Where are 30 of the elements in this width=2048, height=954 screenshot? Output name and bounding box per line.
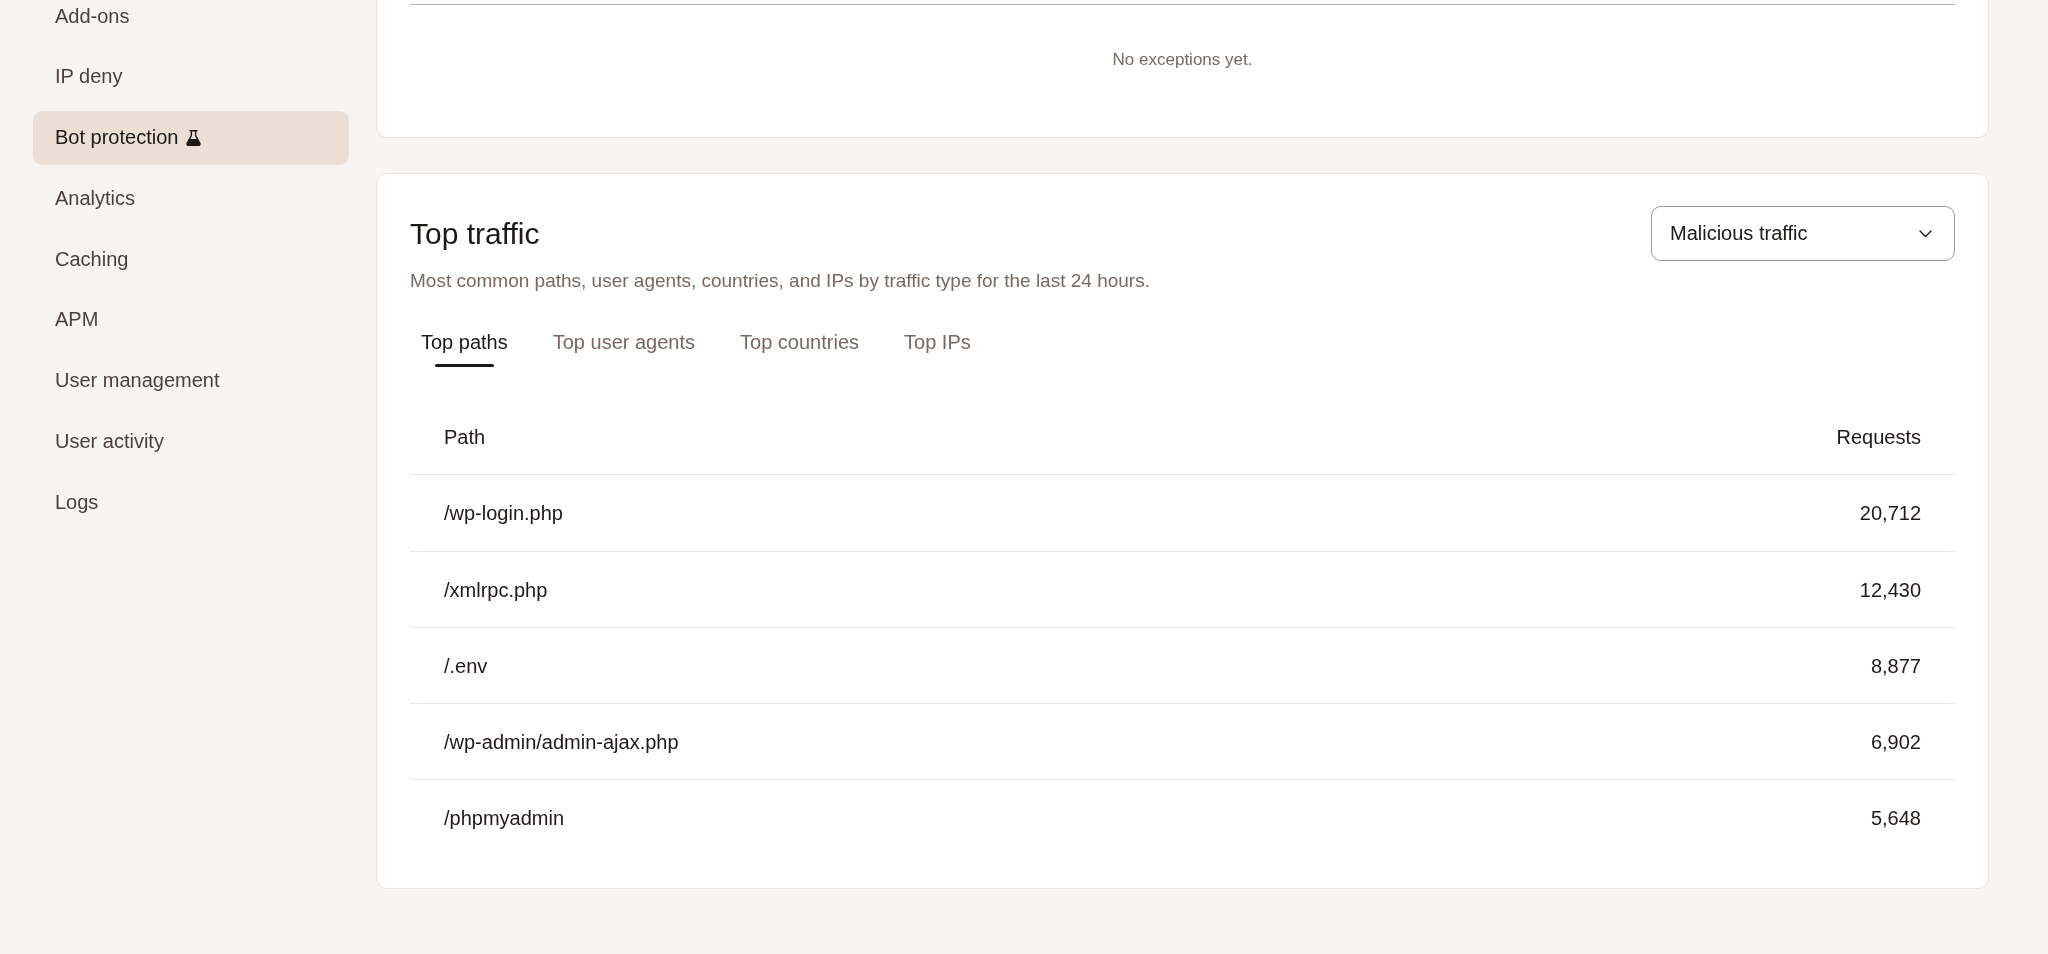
sidebar-item[interactable]: IP deny [33, 49, 349, 104]
chevron-down-icon [1919, 229, 1932, 238]
sidebar-item[interactable]: Bot protection [33, 110, 349, 165]
column-header: Requests [1836, 424, 1921, 449]
tab[interactable]: Top IPs [893, 322, 982, 368]
section-title: Top traffic [410, 216, 540, 252]
tab[interactable]: Top countries [729, 322, 871, 368]
table-cell: 8,877 [1870, 653, 1921, 678]
sidebar-item[interactable]: Add-ons [33, 0, 349, 43]
sidebar-item[interactable]: User activity [33, 414, 349, 469]
table-cell: 6,902 [1870, 729, 1921, 754]
table-cell: /wp-admin/admin-ajax.php [444, 729, 679, 754]
empty-state-text: No exceptions yet. [1112, 50, 1253, 70]
tab[interactable]: Top paths [410, 322, 519, 368]
table-cell: 12,430 [1859, 577, 1921, 602]
sidebar-item[interactable]: Logs [33, 475, 349, 529]
tab[interactable]: Top user agents [541, 322, 707, 368]
section-description: Most common paths, user agents, countries, and IPs by traffic type for the last 24 hours. [410, 269, 1150, 293]
sidebar-item[interactable]: Caching [33, 232, 349, 286]
sidebar-item[interactable]: User management [33, 353, 349, 408]
sidebar-item[interactable]: Analytics [33, 171, 349, 226]
table-cell: /phpmyadmin [444, 805, 565, 830]
column-header: Path [444, 424, 486, 449]
table-cell: 20,712 [1859, 501, 1921, 525]
table-cell: /.env [444, 653, 488, 678]
table-cell: /wp-login.php [444, 501, 563, 525]
sidebar-item[interactable]: APM [33, 292, 349, 347]
traffic-type-select[interactable]: Malicious traffic [1651, 206, 1955, 261]
table-cell: 5,648 [1870, 805, 1921, 830]
table-cell: /xmlrpc.php [444, 577, 548, 602]
